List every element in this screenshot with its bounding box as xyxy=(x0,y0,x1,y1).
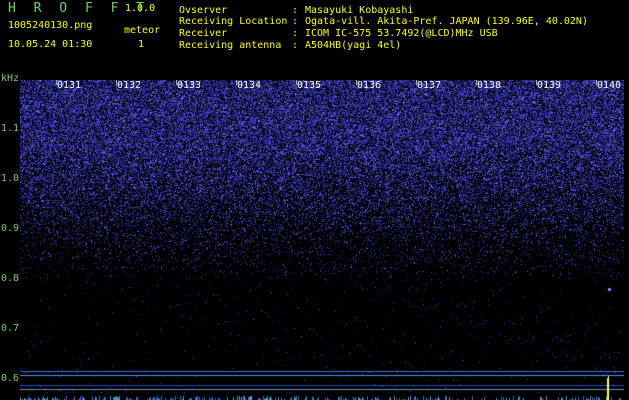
app-version: 1.0.0 xyxy=(125,3,156,14)
meteor-count: 1 xyxy=(138,39,145,50)
freq-tick-label: 0.8 xyxy=(1,273,20,284)
freq-tick-label: 0.9 xyxy=(1,223,20,234)
minute-label: 0133 xyxy=(177,80,202,91)
meteor-label: meteor xyxy=(124,25,161,36)
spectrogram-display xyxy=(20,80,624,400)
file-name: 1005240130.png xyxy=(8,20,93,31)
minute-label: 0135 xyxy=(297,80,322,91)
antenna-label: Receiving antenna xyxy=(179,40,282,51)
location-label: Receiving Location xyxy=(179,16,288,27)
minute-label: 0138 xyxy=(477,80,502,91)
antenna-value: A504HB(yagi 4el) xyxy=(305,40,402,51)
frequency-axis: kHz 1.1 1.0 0.9 0.8 0.7 0.6 xyxy=(0,72,20,400)
freq-tick-label: 1.0 xyxy=(1,173,20,184)
minute-label: 0131 xyxy=(57,80,82,91)
receiver-value: ICOM IC-575 53.7492(@LCD)MHz USB xyxy=(305,28,498,39)
minute-label: 0140 xyxy=(597,80,622,91)
location-colon: : xyxy=(292,16,299,27)
antenna-colon: : xyxy=(292,40,299,51)
minute-label: 0139 xyxy=(537,80,562,91)
minute-label: 0134 xyxy=(237,80,262,91)
freq-tick-label: 0.6 xyxy=(1,373,20,384)
receiver-colon: : xyxy=(292,28,299,39)
receiver-label: Receiver xyxy=(179,28,228,39)
freq-tick-label: 1.1 xyxy=(1,123,20,134)
observer-colon: : xyxy=(292,5,299,16)
observer-label: Ovserver xyxy=(179,5,228,16)
capture-datetime: 10.05.24 01:30 xyxy=(8,39,93,50)
minute-label: 0137 xyxy=(417,80,442,91)
minute-label: 0136 xyxy=(357,80,382,91)
location-value: Ogata-vill. Akita-Pref. JAPAN (139.96E, … xyxy=(305,16,588,27)
freq-tick-label: 0.7 xyxy=(1,323,20,334)
minute-label: 0132 xyxy=(117,80,142,91)
observer-value: Masayuki Kobayashi xyxy=(305,5,414,16)
frequency-unit-label: kHz xyxy=(1,73,20,84)
